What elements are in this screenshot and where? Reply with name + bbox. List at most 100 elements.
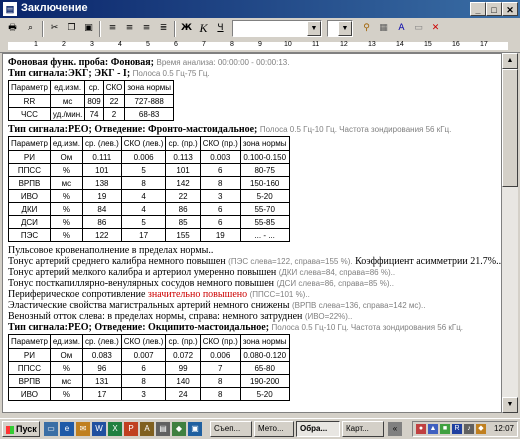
font-select[interactable]: ▼ — [232, 20, 322, 37]
cut-icon[interactable]: ✂ — [46, 20, 63, 37]
excel-icon[interactable]: X — [108, 422, 122, 436]
conclusion-line: Тонус артерий мелкого калибра и артериол… — [8, 267, 501, 278]
table-cell: % — [49, 361, 83, 375]
ruler[interactable]: 1 2 3 4 5 6 7 8 9 10 11 12 13 14 15 16 1… — [0, 40, 520, 53]
word-icon[interactable]: W — [92, 422, 106, 436]
table-row: РИ Ом 0.083 0.007 0.072 0.006 0.080-0.120 — [8, 348, 290, 362]
ie-icon[interactable]: e — [60, 422, 74, 436]
start-button[interactable]: Пуск — [2, 421, 40, 437]
vertical-scrollbar[interactable]: ▲ ▼ — [502, 53, 518, 413]
tray-icon[interactable]: ▲ — [428, 424, 438, 434]
maximize-button[interactable]: □ — [486, 2, 502, 16]
taskbar-item-active[interactable]: Обра... — [296, 421, 340, 437]
table-cell: 140 — [165, 374, 201, 388]
table-header: ср. (пр.) — [165, 136, 201, 151]
table-cell: 22 — [165, 189, 201, 203]
font-color-icon[interactable]: A — [393, 20, 410, 37]
table-cell: 5-20 — [239, 387, 290, 401]
paste-icon[interactable]: ▣ — [80, 20, 97, 37]
table-cell: 96 — [81, 361, 122, 375]
table-cell: 0.072 — [165, 348, 201, 362]
conclusion-text: Тонус артерий мелкого калибра и артериол… — [8, 267, 277, 278]
toolbar-separator — [42, 21, 44, 37]
document-area[interactable]: Фоновая функ. проба: Фоновая; Время анал… — [2, 53, 502, 413]
table-cell: 55-70 — [239, 202, 290, 216]
table-header: Параметр — [8, 334, 51, 349]
table-cell: 17 — [81, 387, 122, 401]
conclusion-line: Эластические свойства магистральных арте… — [8, 300, 501, 311]
table-row: ЧСС уд./мин. 74 2 68-83 — [8, 107, 174, 121]
table-cell: ... - ... — [239, 228, 290, 242]
table-cell: Ом — [49, 150, 83, 164]
close-doc-icon[interactable]: ✕ — [427, 20, 444, 37]
bold-button[interactable]: Ж — [178, 20, 195, 37]
size-select[interactable]: ▼ — [327, 20, 353, 37]
table-cell: 80-75 — [239, 163, 290, 177]
ruler-label: 5 — [146, 41, 150, 48]
desktop-icon[interactable]: ▭ — [44, 422, 58, 436]
minimize-button[interactable]: _ — [470, 2, 486, 16]
outlook-icon[interactable]: ✉ — [76, 422, 90, 436]
reo-frontal-band: Полоса 0.5 Гц-10 Гц. Частота зондировани… — [259, 125, 452, 134]
table-cell: % — [49, 202, 83, 216]
italic-button[interactable]: К — [195, 20, 212, 37]
chevron-down-icon[interactable]: ▼ — [307, 21, 321, 36]
tray-icon[interactable]: ● — [416, 424, 426, 434]
tray-icon[interactable]: ■ — [440, 424, 450, 434]
align-center-icon[interactable]: ≡ — [121, 20, 138, 37]
align-right-icon[interactable]: ≡ — [138, 20, 155, 37]
align-left-icon[interactable]: ≡ — [104, 20, 121, 37]
page-setup-icon[interactable]: ▭ — [410, 20, 427, 37]
taskbar-item[interactable]: Съеп... — [210, 421, 252, 437]
print-preview-icon[interactable]: ⌕ — [22, 20, 39, 37]
find-icon[interactable]: ⚲ — [358, 20, 375, 37]
conclusion-text: Венозный отток слева: в пределах нормы, … — [8, 311, 303, 322]
table-cell: 4 — [120, 189, 167, 203]
taskbar-item[interactable]: Мето... — [254, 421, 294, 437]
tray-icon[interactable]: ◆ — [476, 424, 486, 434]
ruler-label: 9 — [258, 41, 262, 48]
window-title: Заключение — [21, 2, 88, 14]
scroll-up-button[interactable]: ▲ — [502, 53, 518, 69]
reo-frontal-table: Параметр ед.изм. ср. (лев.) СКО (лев.) с… — [8, 136, 290, 242]
system-tray: ● ▲ ■ R ♪ ◆ 12:07 — [412, 421, 518, 437]
show-more-icon[interactable]: « — [388, 422, 402, 436]
settings-icon[interactable]: ▦ — [375, 20, 392, 37]
table-cell: 6 — [199, 163, 241, 177]
scroll-down-button[interactable]: ▼ — [502, 397, 518, 413]
taskbar-item[interactable]: Карт... — [342, 421, 384, 437]
table-cell: ИВО — [8, 189, 51, 203]
table-row: ДКИ% 84 4 86 6 55-70 — [8, 202, 290, 216]
table-header: СКО — [102, 80, 126, 95]
table-cell: 0.006 — [199, 348, 241, 362]
app-icon[interactable]: ▣ — [188, 422, 202, 436]
table-cell: ППСС — [8, 361, 51, 375]
print-icon[interactable]: 🖶 — [4, 20, 21, 37]
ruler-label: 1 — [34, 41, 38, 48]
ruler-label: 8 — [230, 41, 234, 48]
app-icon[interactable]: ◆ — [172, 422, 186, 436]
underline-button[interactable]: Ч — [212, 20, 229, 37]
table-cell: 150-160 — [239, 176, 290, 190]
explorer-icon[interactable]: ▤ — [156, 422, 170, 436]
table-header: зона нормы — [239, 136, 290, 151]
chevron-down-icon[interactable]: ▼ — [338, 21, 352, 36]
powerpoint-icon[interactable]: P — [124, 422, 138, 436]
table-cell: ЧСС — [8, 107, 51, 121]
table-cell: РИ — [8, 150, 51, 164]
table-header: Параметр — [8, 80, 51, 95]
table-cell: 0.111 — [81, 150, 122, 164]
tray-icon[interactable]: R — [452, 424, 462, 434]
table-cell: РИ — [8, 348, 51, 362]
conclusion-text: Пульсовое кровенаполнение в пределах нор… — [8, 245, 214, 256]
table-header: зона нормы — [124, 80, 174, 95]
copy-icon[interactable]: ❐ — [63, 20, 80, 37]
volume-icon[interactable]: ♪ — [464, 424, 474, 434]
scroll-thumb[interactable] — [502, 69, 518, 187]
table-row: ПЭС% 122 17 155 19... - ... — [8, 228, 290, 242]
justify-icon[interactable]: ≣ — [155, 20, 172, 37]
access-icon[interactable]: A — [140, 422, 154, 436]
table-cell: % — [49, 189, 83, 203]
close-button[interactable]: ✕ — [502, 2, 518, 16]
table-cell: RR — [8, 94, 51, 108]
